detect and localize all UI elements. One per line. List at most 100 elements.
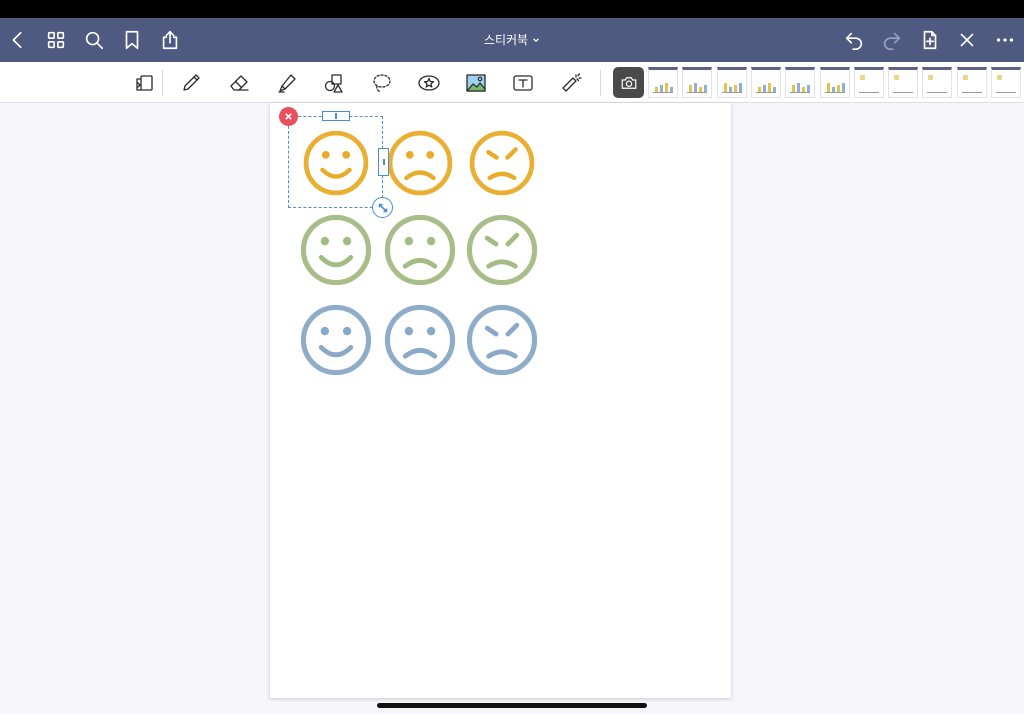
- angry-face-icon: [469, 130, 535, 196]
- recent-item-thumbnail[interactable]: [888, 67, 919, 98]
- thumbnail-detail: [841, 83, 845, 92]
- recent-item-thumbnail[interactable]: [716, 67, 747, 98]
- tool-bar: [0, 62, 1024, 103]
- pen-tool[interactable]: [175, 67, 207, 99]
- thumbnail-detail: [767, 83, 771, 92]
- thumbnail-detail: [962, 75, 968, 80]
- thumbnail-detail: [859, 75, 865, 80]
- share-button[interactable]: [154, 24, 186, 56]
- camera-icon: [621, 76, 636, 89]
- thumbnail-detail: [927, 92, 948, 93]
- back-button[interactable]: [2, 24, 34, 56]
- bookmark-icon: [125, 30, 139, 50]
- toolbar-divider: [600, 70, 601, 96]
- add-page-icon: [923, 30, 937, 50]
- sad-face-icon: [384, 214, 456, 286]
- sticker-happy-face-blue[interactable]: [299, 303, 373, 377]
- eraser-icon: [230, 75, 249, 91]
- pen-icon: [183, 74, 200, 91]
- recent-item-thumbnail[interactable]: [648, 67, 678, 98]
- page-switch-tool[interactable]: [128, 67, 160, 99]
- lasso-tool[interactable]: [366, 67, 398, 99]
- sticker-sad-face-yellow[interactable]: [386, 129, 454, 197]
- redo-button[interactable]: [876, 24, 908, 56]
- thumbnail-detail: [660, 85, 663, 92]
- search-icon: [85, 31, 104, 50]
- laser-pointer-tool[interactable]: [555, 67, 587, 99]
- recent-item-thumbnail[interactable]: [853, 67, 884, 98]
- resize-handle-top[interactable]: [322, 111, 350, 121]
- thumbnail-detail: [928, 75, 934, 80]
- sticker-sad-face-blue[interactable]: [383, 303, 457, 377]
- highlighter-tool[interactable]: [271, 67, 303, 99]
- home-indicator: [377, 703, 647, 708]
- recent-item-thumbnail[interactable]: [922, 67, 953, 98]
- sad-face-icon: [387, 130, 453, 196]
- more-icon: [996, 38, 1014, 42]
- thumbnail-detail: [733, 85, 737, 92]
- text-tool[interactable]: [507, 67, 539, 99]
- thumbnail-detail: [738, 83, 742, 92]
- thumbnail-detail: [836, 85, 840, 92]
- recent-item-thumbnail[interactable]: [785, 67, 816, 98]
- thumbnail-detail: [790, 92, 811, 93]
- close-button[interactable]: [951, 24, 983, 56]
- undo-icon: [845, 32, 863, 50]
- shapes-tool[interactable]: [318, 67, 350, 99]
- thumbnail-detail: [694, 83, 698, 92]
- rotate-arrows-icon: [378, 203, 387, 212]
- undo-button[interactable]: [838, 24, 870, 56]
- sticker-happy-face-green[interactable]: [299, 212, 373, 288]
- rotate-scale-handle[interactable]: [372, 197, 393, 218]
- recent-item-thumbnail[interactable]: [750, 67, 781, 98]
- thumbnail-detail: [755, 92, 776, 93]
- delete-selection-button[interactable]: [279, 107, 298, 126]
- thumbnail-detail: [687, 92, 708, 93]
- recent-item-thumbnail[interactable]: [682, 67, 713, 98]
- recent-item-thumbnail[interactable]: [956, 67, 987, 98]
- more-button[interactable]: [989, 24, 1021, 56]
- thumbnail-detail: [689, 85, 693, 92]
- lasso-icon: [373, 74, 391, 93]
- resize-handle-right[interactable]: [378, 148, 389, 176]
- thumbnail-detail: [723, 83, 727, 92]
- image-tool[interactable]: [460, 67, 492, 99]
- close-icon: [960, 33, 974, 47]
- sticker-icon: [418, 75, 440, 91]
- sticker-angry-face-yellow[interactable]: [468, 129, 536, 197]
- redo-icon: [883, 32, 901, 50]
- navigation-bar: 스티커북: [0, 18, 1024, 62]
- thumbnail-detail: [797, 83, 801, 92]
- sticker-angry-face-blue[interactable]: [465, 303, 539, 377]
- close-icon: [285, 113, 292, 120]
- thumbnail-detail: [762, 85, 766, 92]
- recent-item-thumbnail[interactable]: [819, 67, 850, 98]
- selection-frame[interactable]: [288, 116, 383, 208]
- thumbnail-detail: [996, 92, 1016, 93]
- thumbnail-detail: [653, 92, 673, 93]
- camera-button[interactable]: [613, 67, 644, 98]
- chevron-down-icon: [533, 37, 539, 42]
- angry-face-icon: [466, 304, 538, 376]
- page-grid-button[interactable]: [40, 24, 72, 56]
- bookmark-button[interactable]: [116, 24, 148, 56]
- highlighter-icon: [278, 74, 296, 93]
- thumbnail-detail: [792, 85, 796, 92]
- thumbnail-detail: [893, 92, 914, 93]
- eraser-tool[interactable]: [223, 67, 255, 99]
- sticker-sad-face-green[interactable]: [383, 212, 457, 288]
- recent-item-thumbnail[interactable]: [991, 67, 1021, 98]
- search-button[interactable]: [78, 24, 110, 56]
- thumbnail-detail: [704, 85, 708, 92]
- sad-face-icon: [384, 304, 456, 376]
- shapes-icon: [324, 74, 343, 93]
- add-page-button[interactable]: [914, 24, 946, 56]
- thumbnail-detail: [665, 83, 668, 92]
- thumbnail-detail: [826, 83, 830, 92]
- share-icon: [162, 30, 178, 50]
- document-title-button[interactable]: 스티커북: [484, 31, 540, 48]
- laser-pointer-icon: [562, 73, 582, 92]
- sticker-angry-face-green[interactable]: [465, 212, 539, 288]
- happy-face-icon: [300, 214, 372, 286]
- sticker-tool[interactable]: [413, 67, 445, 99]
